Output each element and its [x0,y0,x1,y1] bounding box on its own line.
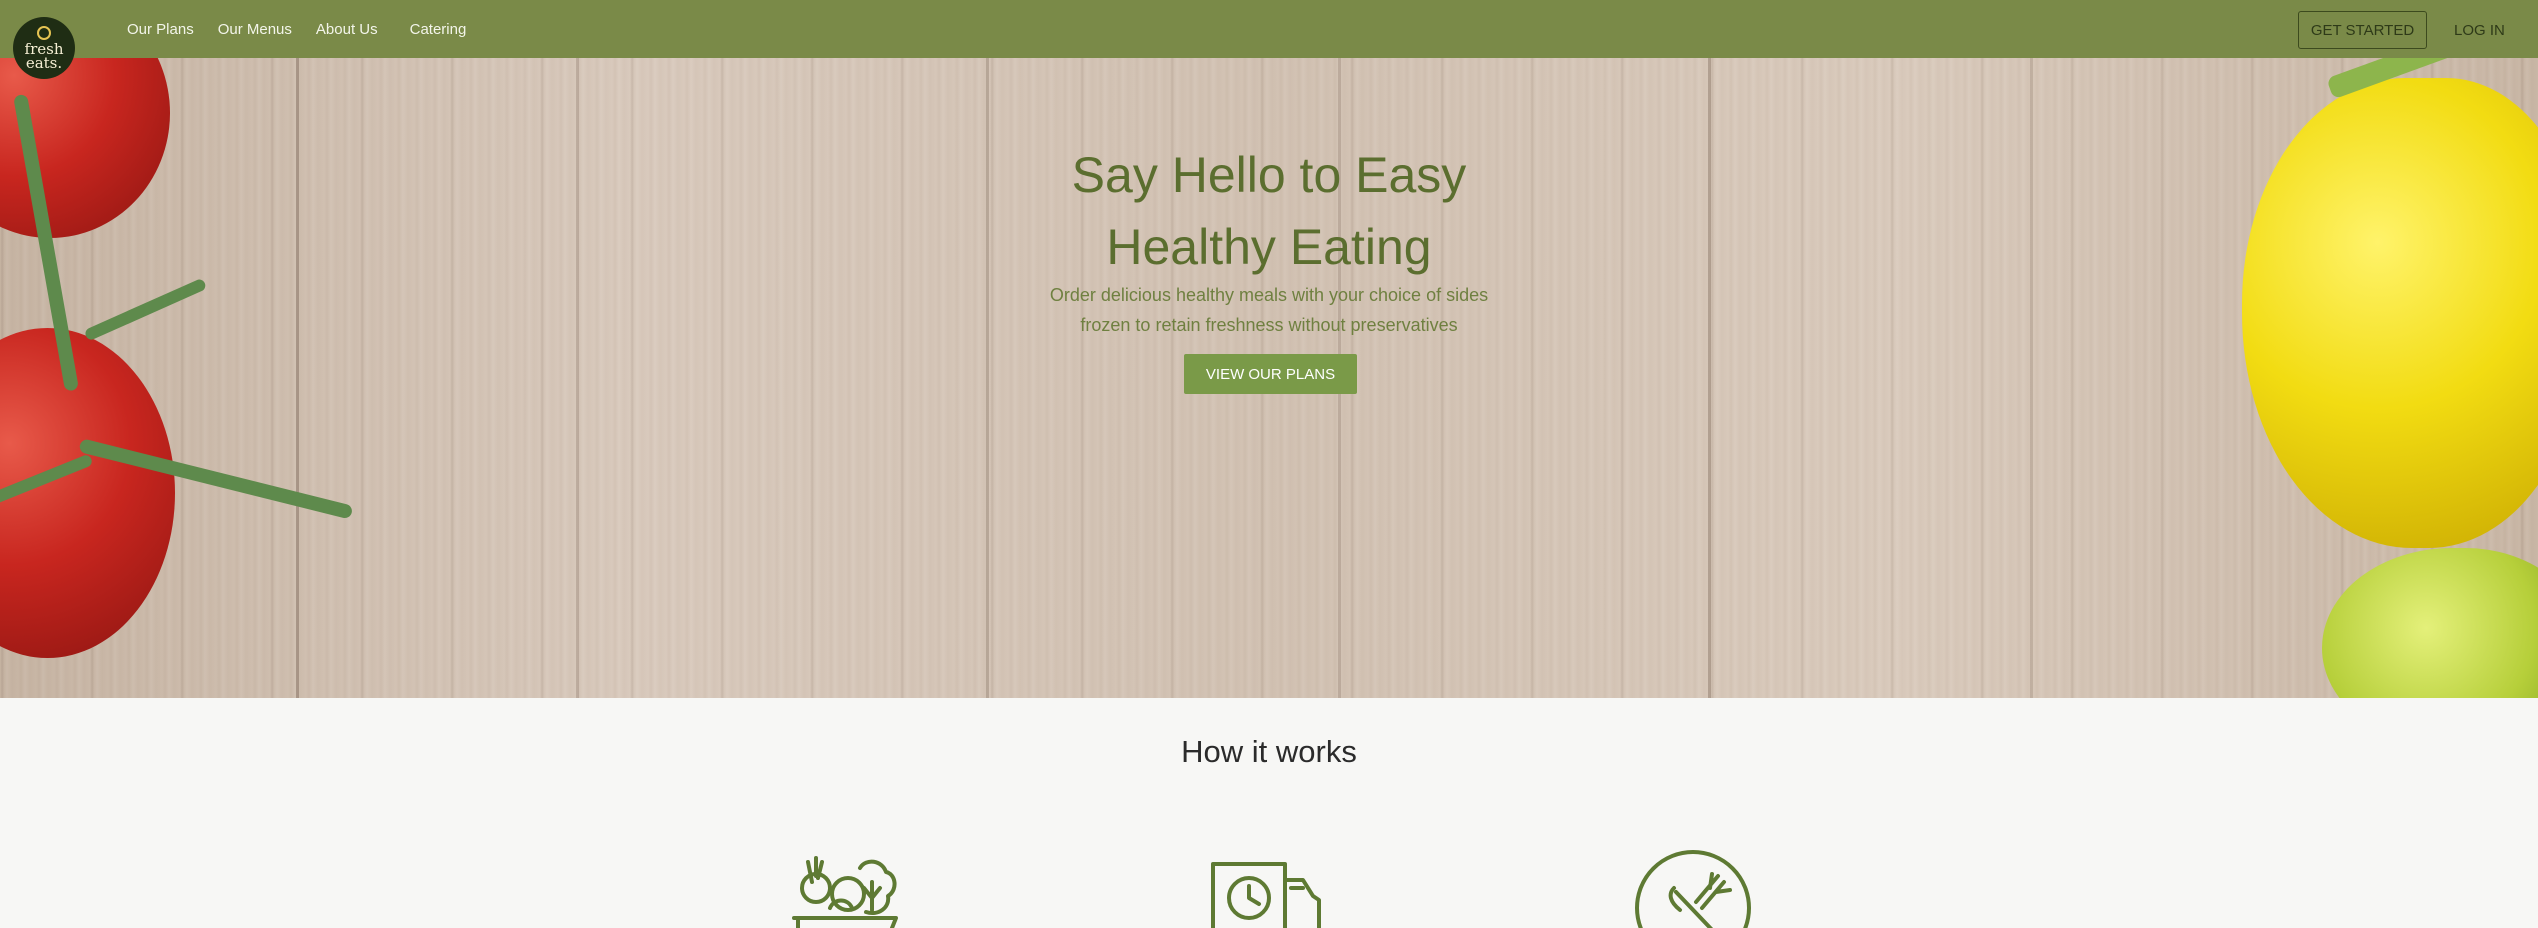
plate-fork-knife-icon [1635,850,1751,928]
how-it-works-title: How it works [1181,734,1357,769]
vegetable-basket-icon [792,856,898,928]
hero-title: Say Hello to Easy Healthy Eating [969,139,1569,283]
green-pepper-image [2322,548,2538,698]
nav-about-us[interactable]: About Us [316,21,378,38]
hero-subtitle: Order delicious healthy meals with your … [969,280,1569,340]
wood-grain-line [296,58,299,698]
view-our-plans-button[interactable]: VIEW OUR PLANS [1184,354,1357,394]
hero-subtitle-line-1: Order delicious healthy meals with your … [1049,285,1489,305]
top-navigation-bar: Our Plans Our Menus About Us Catering GE… [0,0,2538,58]
hero-title-line-2: Healthy Eating [1106,219,1432,275]
hero-subtitle-line-2: frozen to retain freshness without prese… [1080,315,1458,335]
logo-mark-icon [37,26,51,40]
tomato-vine [83,277,208,342]
main-nav: Our Plans Our Menus About Us Catering [127,0,490,58]
login-link[interactable]: LOG IN [2454,11,2505,49]
get-started-button[interactable]: GET STARTED [2298,11,2427,49]
fresh-eats-logo[interactable]: fresh eats. [13,17,75,79]
hero-title-line-1: Say Hello to Easy [1071,147,1467,203]
wood-grain-line [576,58,579,698]
nav-catering[interactable]: Catering [410,21,467,38]
wood-grain-line [1708,58,1711,698]
nav-our-plans[interactable]: Our Plans [127,21,194,38]
tomato-image [0,328,175,658]
wood-grain-line [2030,58,2033,698]
delivery-truck-clock-icon [1211,862,1321,928]
nav-our-menus[interactable]: Our Menus [218,21,292,38]
yellow-pepper-image [2242,78,2538,548]
logo-text-line-2: eats. [25,54,63,72]
hero-section: Say Hello to Easy Healthy Eating Order d… [0,58,2538,698]
